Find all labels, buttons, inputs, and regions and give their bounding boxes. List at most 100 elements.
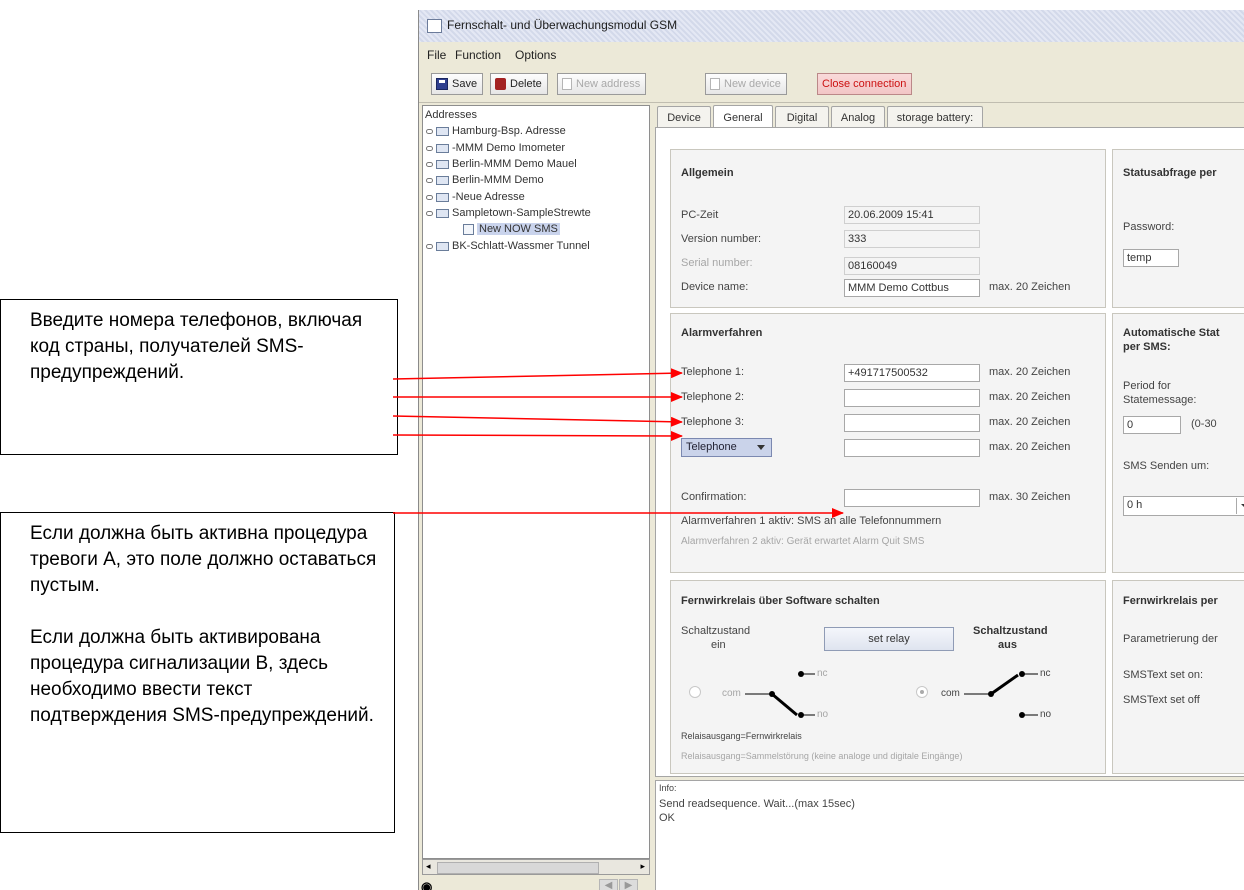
window-title: Fernschalt- und Überwachungsmodul GSM xyxy=(447,18,678,32)
callout-phone-numbers: Введите номера телефонов, включая код ст… xyxy=(0,299,398,455)
nc-label: nc xyxy=(817,668,828,679)
panel-title-2: per SMS: xyxy=(1123,341,1171,353)
relay-on-diagram-icon xyxy=(745,671,815,718)
relay-output-note-1: Relaisausgang=Fernwirkrelais xyxy=(681,731,802,741)
tab-device[interactable]: Device xyxy=(657,106,711,128)
document-icon xyxy=(562,78,572,90)
radio-relay-off[interactable] xyxy=(916,686,928,698)
app-icon xyxy=(427,19,442,33)
expand-key-icon xyxy=(426,128,433,134)
tab-storage-battery[interactable]: storage battery: xyxy=(887,106,983,128)
max-length-hint: max. 20 Zeichen xyxy=(989,441,1071,453)
new-address-button[interactable]: New address xyxy=(557,73,647,95)
telephone-4-field[interactable] xyxy=(844,439,980,457)
folder-icon xyxy=(436,126,449,136)
tree-item[interactable]: Sampletown-SampleStrewte xyxy=(426,207,591,219)
tree-item[interactable]: Berlin-MMM Demo xyxy=(426,174,544,186)
address-tree: Addresses Hamburg-Bsp. Adresse -MMM Demo… xyxy=(422,105,650,859)
binoculars-icon[interactable]: ◉ xyxy=(421,879,432,890)
tree-item-selected[interactable]: New NOW SMS xyxy=(463,223,560,235)
tab-digital[interactable]: Digital xyxy=(775,106,829,128)
scroll-thumb[interactable] xyxy=(437,862,599,874)
alarm-procedure-1-note: Alarmverfahren 1 aktiv: SMS an alle Tele… xyxy=(681,515,942,527)
no-label: no xyxy=(817,709,829,720)
panel-title: Alarmverfahren xyxy=(681,327,763,339)
expand-key-icon xyxy=(426,243,433,249)
version-field: 333 xyxy=(844,230,980,248)
panel-title: Fernwirkrelais per xyxy=(1123,595,1218,607)
folder-icon xyxy=(436,241,449,251)
password-field[interactable]: temp xyxy=(1123,249,1179,267)
collapse-key-icon xyxy=(426,210,433,216)
telephone-1-field[interactable]: +491717500532 xyxy=(844,364,980,382)
prev-arrow-icon[interactable]: ◀ xyxy=(599,879,618,890)
telephone-1-label: Telephone 1: xyxy=(681,366,744,378)
telephone-2-field[interactable] xyxy=(844,389,980,407)
tab-general[interactable]: General xyxy=(713,105,773,129)
relay-output-note-2: Relaisausgang=Sammelstörung (keine analo… xyxy=(681,751,963,761)
panel-title: Fernwirkrelais über Software schalten xyxy=(681,595,880,607)
parametrization-label: Parametrierung der xyxy=(1123,633,1218,645)
document-icon xyxy=(710,78,720,90)
radio-relay-on[interactable] xyxy=(689,686,701,698)
close-connection-button[interactable]: Close connection xyxy=(817,73,913,95)
info-pane: Info: Send readsequence. Wait...(max 15s… xyxy=(655,780,1244,890)
state-off-label-2: aus xyxy=(998,639,1017,651)
set-relay-button[interactable]: set relay xyxy=(824,627,954,651)
horizontal-scrollbar[interactable]: ◂ ▸ xyxy=(422,859,650,875)
chevron-down-icon xyxy=(1236,498,1244,514)
toolbar: Save Delete New address New device Close… xyxy=(419,68,1244,103)
scroll-left-icon[interactable]: ◂ xyxy=(426,861,431,872)
device-icon xyxy=(463,223,474,235)
sms-text-off-label: SMSText set off xyxy=(1123,694,1200,706)
tree-item[interactable]: -Neue Adresse xyxy=(426,191,525,203)
tree-item[interactable]: -MMM Demo Imometer xyxy=(426,142,565,154)
period-range: (0-30 xyxy=(1191,418,1217,430)
panel-title: Statusabfrage per xyxy=(1123,167,1217,179)
folder-icon xyxy=(436,159,449,169)
version-label: Version number: xyxy=(681,233,762,245)
delete-button[interactable]: Delete xyxy=(490,73,548,95)
menu-file[interactable]: File xyxy=(427,48,446,62)
confirmation-label: Confirmation: xyxy=(681,491,747,503)
tree-item[interactable]: Berlin-MMM Demo Mauel xyxy=(426,158,577,170)
menu-function[interactable]: Function xyxy=(455,48,501,62)
relay-off-diagram-icon xyxy=(964,671,1038,718)
tree-item[interactable]: BK-Schlatt-Wassmer Tunnel xyxy=(426,240,590,252)
send-time-label: SMS Senden um: xyxy=(1123,460,1210,472)
tree-item[interactable]: Hamburg-Bsp. Adresse xyxy=(426,125,566,137)
expand-key-icon xyxy=(426,194,433,200)
password-label: Password: xyxy=(1123,221,1175,233)
telephone-type-combo[interactable]: Telephone xyxy=(681,438,772,457)
expand-key-icon xyxy=(426,177,433,183)
com-label: com xyxy=(941,688,960,699)
device-name-field[interactable]: MMM Demo Cottbus xyxy=(844,279,980,297)
panel-title: Automatische Stat xyxy=(1123,327,1220,339)
save-button[interactable]: Save xyxy=(431,73,484,95)
send-time-combo[interactable]: 0 h xyxy=(1123,496,1244,516)
scroll-right-icon[interactable]: ▸ xyxy=(640,861,645,872)
next-arrow-icon[interactable]: ▶ xyxy=(619,879,638,890)
serial-field: 08160049 xyxy=(844,257,980,275)
confirmation-field[interactable] xyxy=(844,489,980,507)
sms-text-on-label: SMSText set on: xyxy=(1123,669,1204,681)
max-length-hint: max. 30 Zeichen xyxy=(989,491,1071,503)
com-label: com xyxy=(722,688,741,699)
alarm-procedure-2-note: Alarmverfahren 2 aktiv: Gerät erwartet A… xyxy=(681,536,925,547)
folder-icon xyxy=(436,192,449,202)
device-name-label: Device name: xyxy=(681,281,749,293)
period-field[interactable]: 0 xyxy=(1123,416,1181,434)
auto-status-panel: Automatische Stat per SMS: Period for St… xyxy=(1112,313,1244,573)
tab-analog[interactable]: Analog xyxy=(831,106,885,128)
telephone-3-field[interactable] xyxy=(844,414,980,432)
status-query-panel: Statusabfrage per Password: temp xyxy=(1112,149,1244,308)
telephone-3-label: Telephone 3: xyxy=(681,416,744,428)
panel-title: Allgemein xyxy=(681,167,734,179)
expand-key-icon xyxy=(426,161,433,167)
state-on-label: Schaltzustand xyxy=(681,625,751,637)
menu-bar: File Function Options xyxy=(419,44,1244,66)
nc-label: nc xyxy=(1040,668,1051,679)
new-device-button[interactable]: New device xyxy=(705,73,787,95)
menu-options[interactable]: Options xyxy=(515,48,556,62)
max-length-hint: max. 20 Zeichen xyxy=(989,391,1071,403)
